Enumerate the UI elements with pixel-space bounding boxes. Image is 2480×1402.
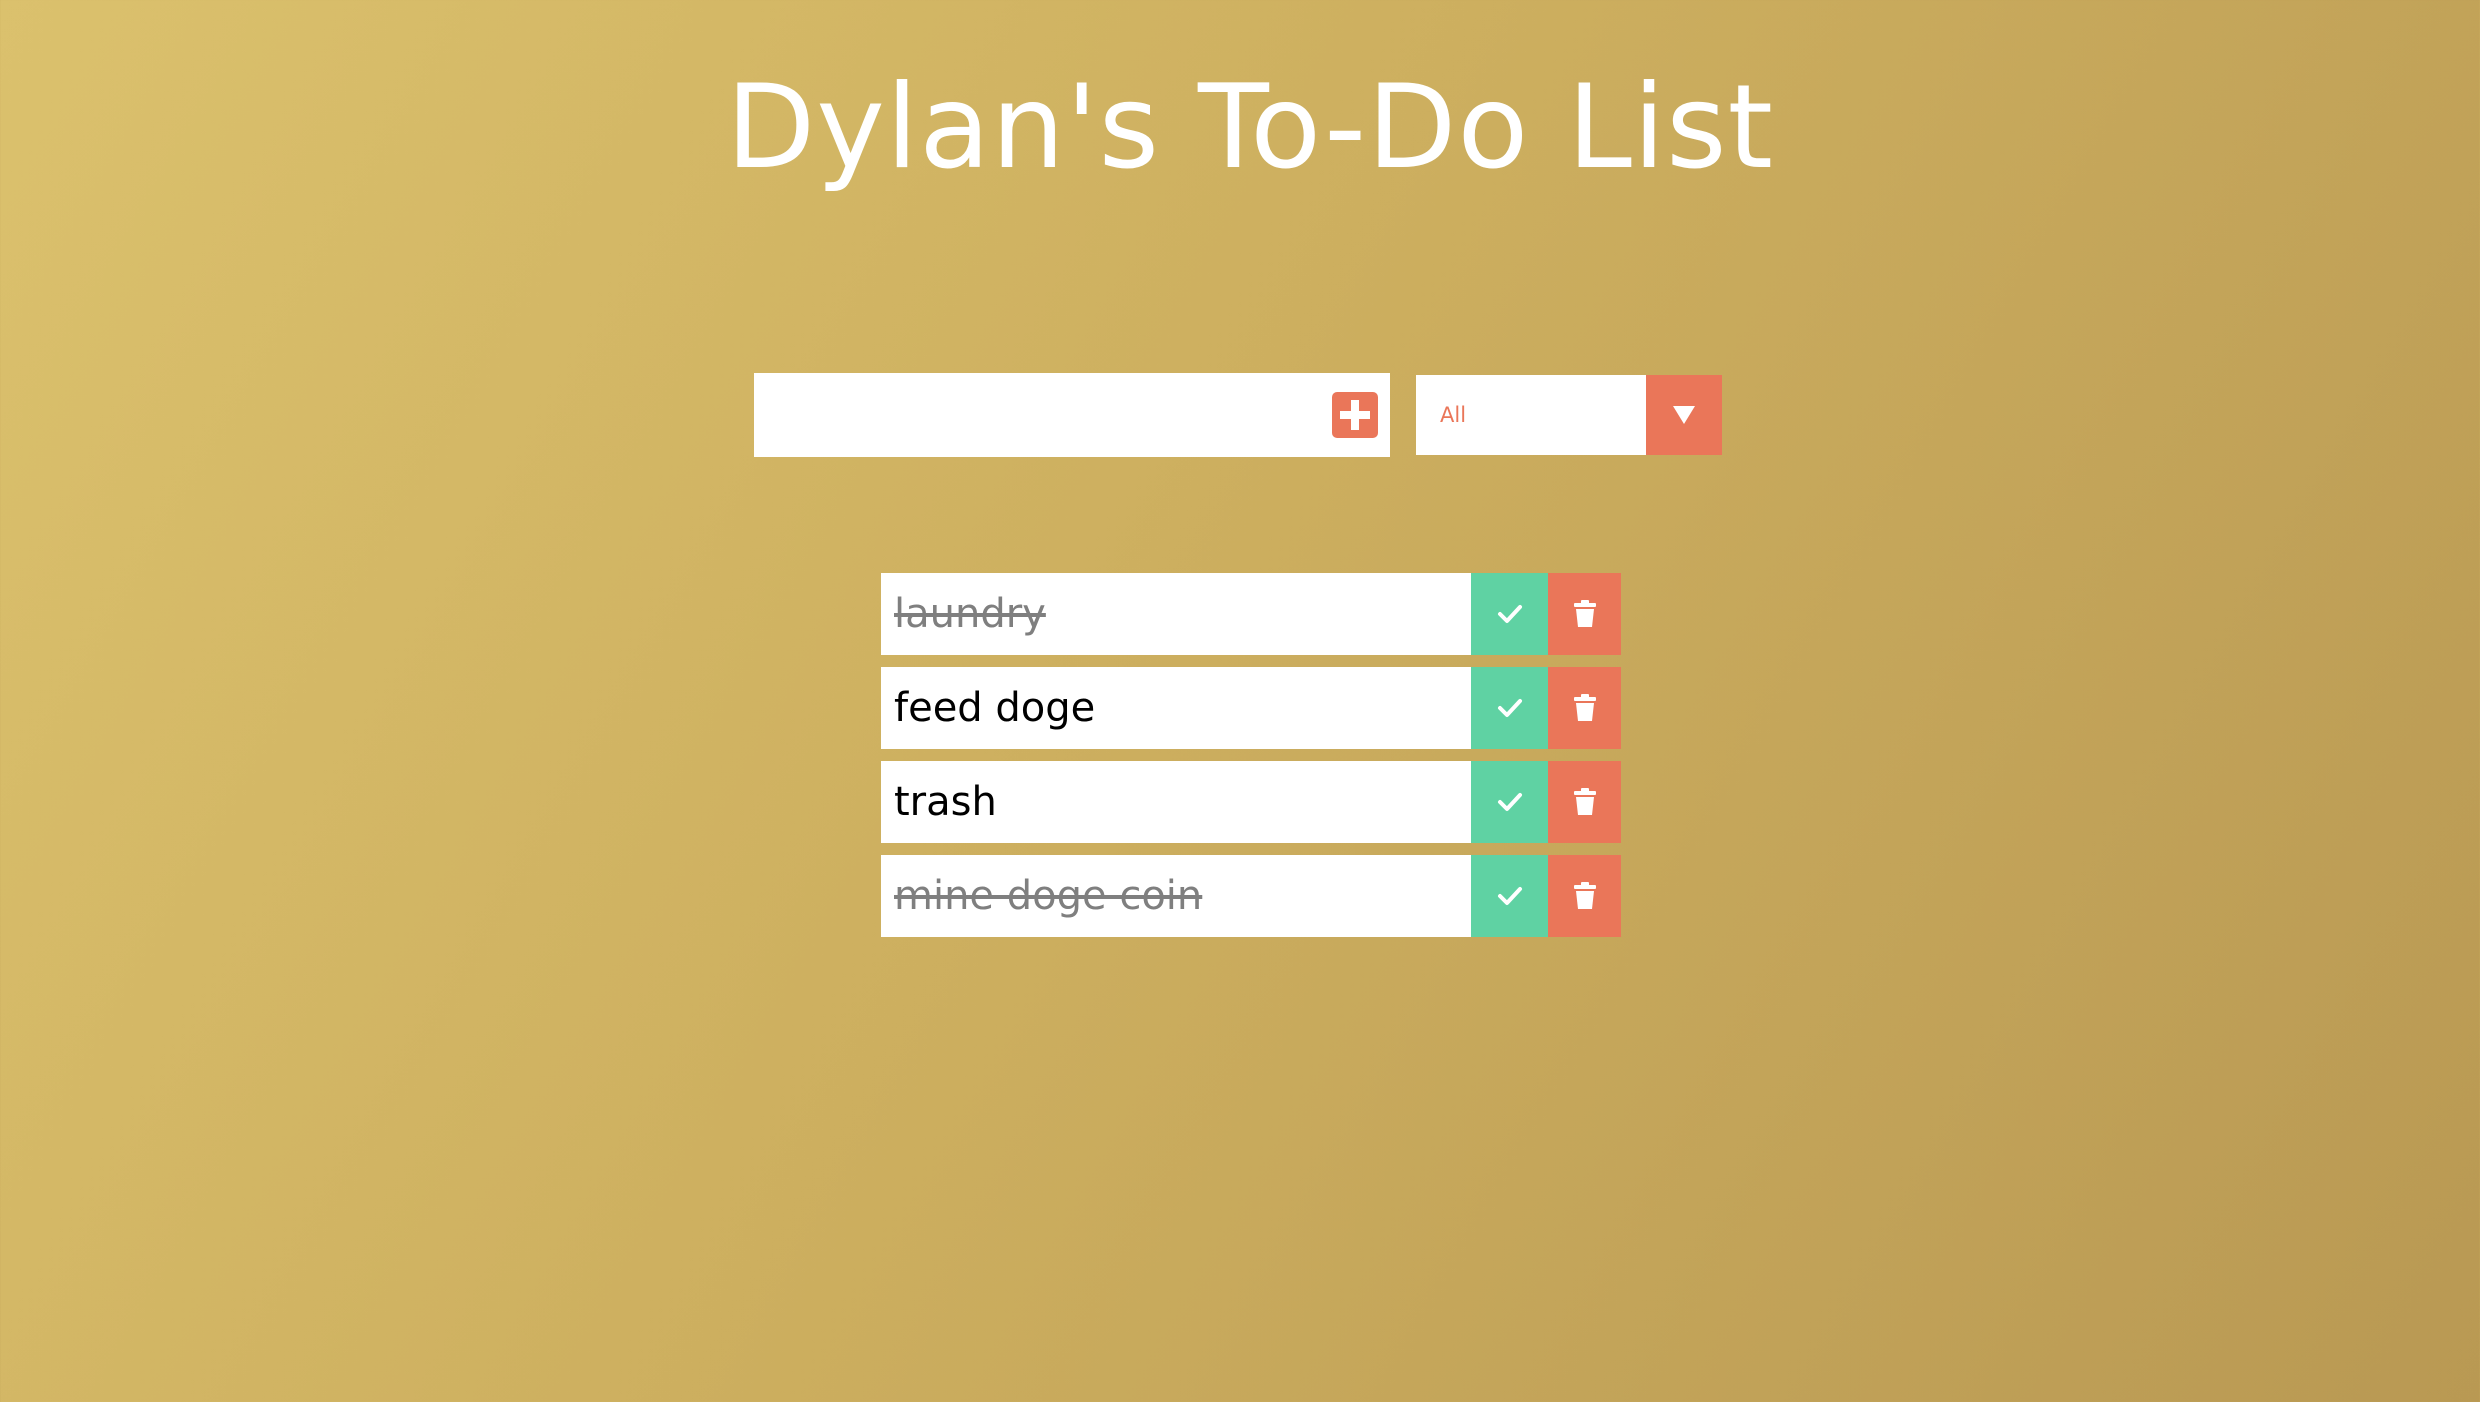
- filter-selected-value[interactable]: All: [1416, 375, 1646, 455]
- todo-text: laundry: [881, 573, 1471, 655]
- todo-item: laundry: [881, 573, 1621, 655]
- check-icon: [1497, 887, 1522, 905]
- delete-button[interactable]: [1548, 761, 1621, 843]
- todo-text: mine doge coin: [881, 855, 1471, 937]
- complete-button[interactable]: [1471, 761, 1548, 843]
- filter-select[interactable]: All: [1416, 375, 1722, 455]
- check-icon: [1497, 793, 1522, 811]
- todo-list: laundry feed doge trash mine doge coin: [881, 573, 1621, 949]
- todo-item: trash: [881, 761, 1621, 843]
- trash-icon: [1573, 788, 1596, 815]
- complete-button[interactable]: [1471, 573, 1548, 655]
- filter-dropdown-button[interactable]: [1646, 375, 1722, 455]
- triangle-down-icon: [1673, 406, 1695, 424]
- todo-input[interactable]: [754, 373, 1314, 457]
- todo-text: trash: [881, 761, 1471, 843]
- delete-button[interactable]: [1548, 667, 1621, 749]
- todo-form: All: [754, 373, 1722, 457]
- page-title: Dylan's To-Do List: [725, 60, 1775, 195]
- complete-button[interactable]: [1471, 855, 1548, 937]
- todo-item: mine doge coin: [881, 855, 1621, 937]
- check-icon: [1497, 699, 1522, 717]
- add-todo-button[interactable]: [1332, 392, 1378, 438]
- todo-text: feed doge: [881, 667, 1471, 749]
- plus-square-icon: [1340, 400, 1370, 430]
- delete-button[interactable]: [1548, 855, 1621, 937]
- delete-button[interactable]: [1548, 573, 1621, 655]
- complete-button[interactable]: [1471, 667, 1548, 749]
- trash-icon: [1573, 600, 1596, 627]
- todo-input-container: [754, 373, 1390, 457]
- todo-item: feed doge: [881, 667, 1621, 749]
- check-icon: [1497, 605, 1522, 623]
- trash-icon: [1573, 694, 1596, 721]
- trash-icon: [1573, 882, 1596, 909]
